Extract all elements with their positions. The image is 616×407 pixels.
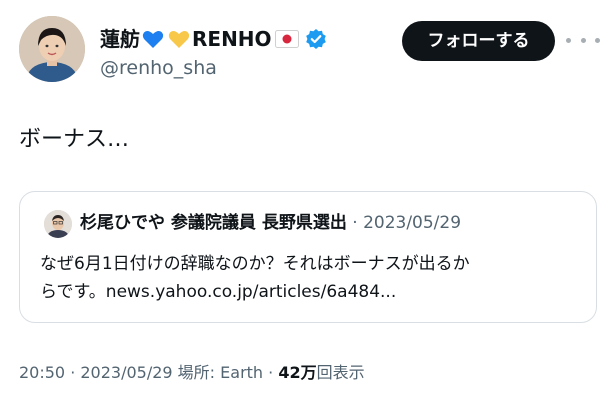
quoted-text-line-2: らです。news.yahoo.co.jp/articles/6a484... <box>40 282 397 302</box>
tweet-text: ボーナス… <box>19 127 130 152</box>
meta-separator: · <box>263 363 279 382</box>
more-dot <box>566 37 571 43</box>
blue-heart-icon <box>141 27 165 51</box>
quoted-separator: · <box>352 213 358 233</box>
japan-flag-icon <box>274 30 299 48</box>
tweet-date[interactable]: 2023/05/29 <box>80 363 172 382</box>
more-dot <box>595 37 600 43</box>
author-display-name[interactable]: 蓮舫 RENHO <box>100 26 327 52</box>
quoted-author-avatar <box>44 210 72 238</box>
display-name-main: RENHO <box>192 27 272 51</box>
more-dot <box>580 37 586 43</box>
more-icon[interactable] <box>566 28 600 52</box>
verified-badge-icon[interactable] <box>305 28 327 50</box>
author-avatar[interactable] <box>19 16 85 82</box>
quoted-text-line-1: なぜ6月1日付けの辞職なのか？それはボーナスが出るか <box>40 254 470 274</box>
tweet-metadata: 20:50 · 2023/05/29 場所: Earth · 42万回表示 <box>19 361 365 385</box>
quoted-tweet-card[interactable]: 杉尾ひでや 参議院議員 長野県選出 · 2023/05/29 なぜ6月1日付けの… <box>19 191 597 323</box>
yellow-heart-icon <box>167 27 191 51</box>
follow-button[interactable]: フォローする <box>402 21 555 61</box>
quoted-date: 2023/05/29 <box>363 213 462 233</box>
meta-separator: · <box>65 363 81 382</box>
author-handle[interactable]: @renho_sha <box>100 56 217 80</box>
views-label: 回表示 <box>316 363 365 382</box>
display-name-prefix: 蓮舫 <box>100 27 140 51</box>
views-count: 42万 <box>278 363 317 382</box>
tweet-time[interactable]: 20:50 <box>19 363 65 382</box>
quoted-author-name: 杉尾ひでや 参議院議員 長野県選出 <box>80 213 347 233</box>
quoted-tweet-text: なぜ6月1日付けの辞職なのか？それはボーナスが出るか らです。news.yaho… <box>40 250 580 306</box>
quoted-tweet-header: 杉尾ひでや 参議院議員 長野県選出 · 2023/05/29 <box>80 211 461 235</box>
tweet-location: 場所: Earth <box>172 363 264 382</box>
